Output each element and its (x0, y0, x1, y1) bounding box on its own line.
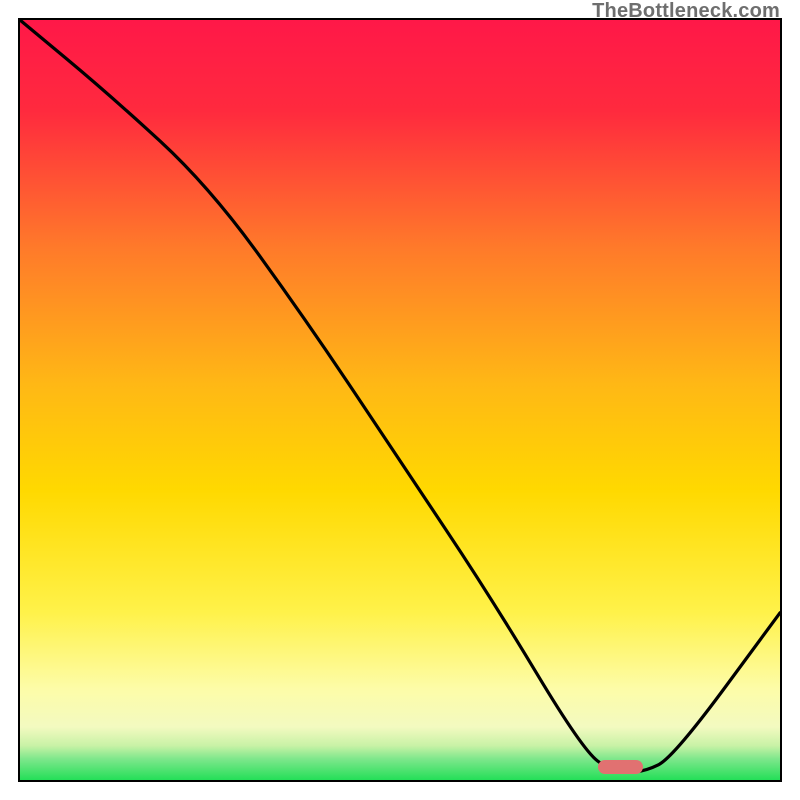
optimal-range-marker (598, 760, 644, 774)
bottleneck-curve (20, 20, 780, 780)
chart-plot-area (18, 18, 782, 782)
